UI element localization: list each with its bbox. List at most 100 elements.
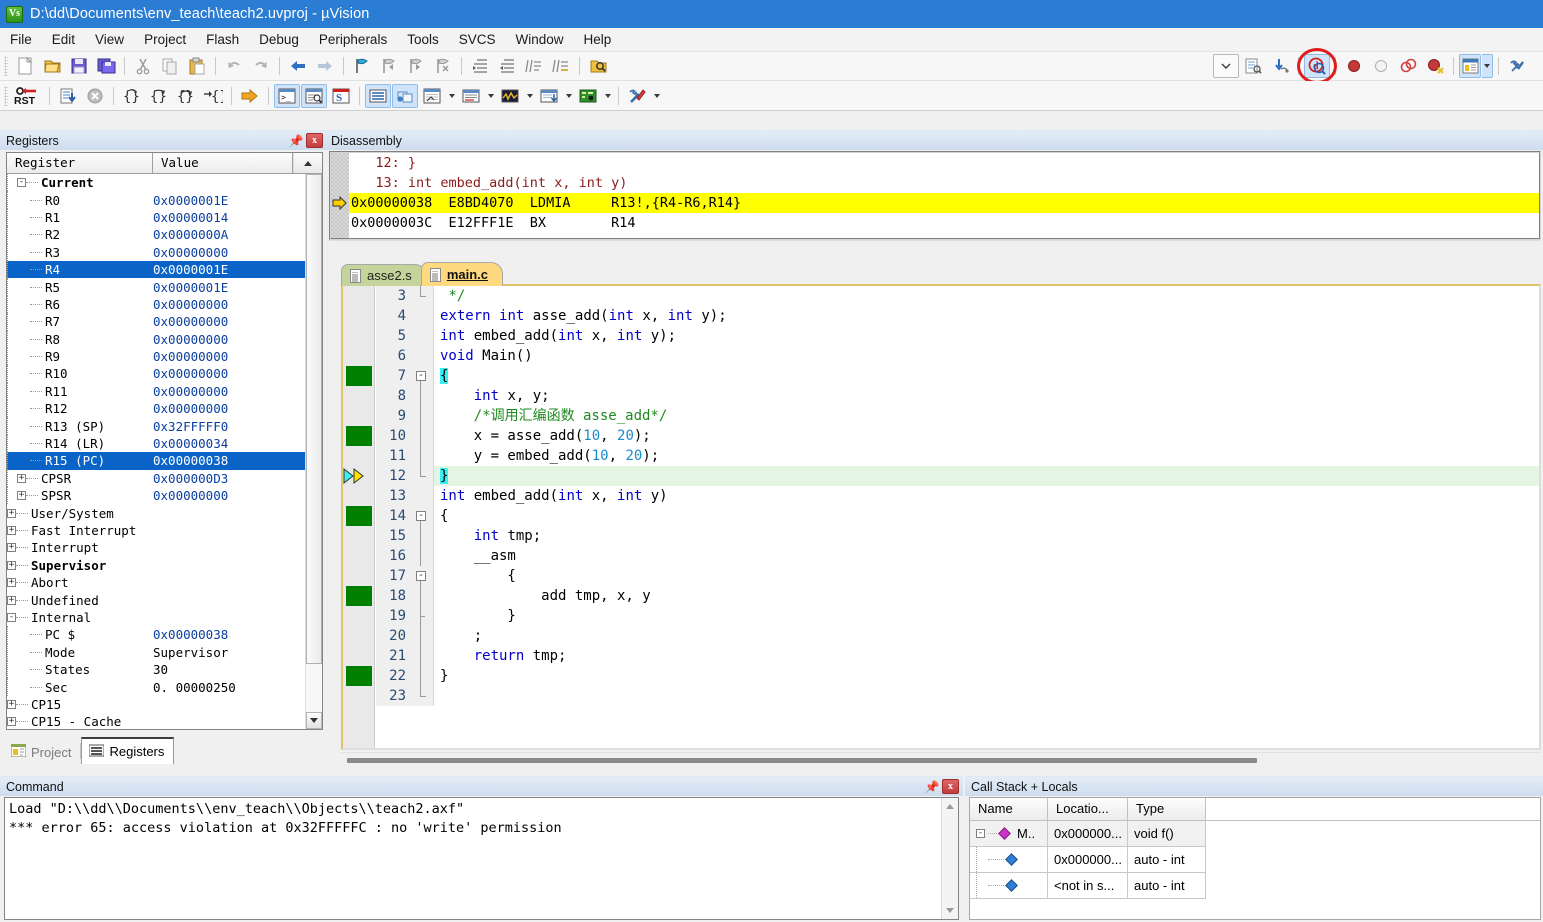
trace-window-icon[interactable] bbox=[536, 84, 562, 108]
memory-window-icon[interactable] bbox=[458, 84, 484, 108]
editor-line[interactable]: 9 /*调用汇编函数 asse_add*/ bbox=[376, 406, 1539, 426]
register-value[interactable]: 0x0000000A bbox=[153, 227, 293, 242]
watch-window-dropdown-arrow-icon[interactable] bbox=[446, 84, 457, 108]
bookmark-prev-icon[interactable] bbox=[376, 54, 402, 78]
register-row[interactable]: R11 0x00000000 bbox=[7, 382, 305, 401]
show-next-statement-icon[interactable] bbox=[237, 84, 263, 108]
breakpoint-marker[interactable] bbox=[346, 666, 372, 686]
register-row[interactable]: R13 (SP) 0x32FFFFF0 bbox=[7, 417, 305, 435]
fold-margin[interactable] bbox=[412, 466, 434, 486]
register-value[interactable]: 0x00000000 bbox=[153, 332, 293, 347]
toolbar-grip[interactable] bbox=[4, 85, 8, 106]
fold-margin[interactable] bbox=[412, 526, 434, 546]
new-file-icon[interactable] bbox=[12, 54, 38, 78]
registers-row-list[interactable]: - Current R0 0x0000001E R1 0x00000014 R2 0x0000… bbox=[7, 174, 305, 729]
callstack-row[interactable]: - M.. 0x000000... void f() bbox=[970, 821, 1540, 847]
find-in-files-icon[interactable] bbox=[585, 54, 611, 78]
register-value[interactable]: Supervisor bbox=[153, 645, 293, 660]
bookmark-clear-icon[interactable] bbox=[430, 54, 456, 78]
tree-toggle-icon[interactable]: + bbox=[7, 560, 16, 570]
editor-line[interactable]: 10 x = asse_add(10, 20); bbox=[376, 426, 1539, 446]
register-row[interactable]: R3 0x00000000 bbox=[7, 243, 305, 261]
watch-window-icon[interactable] bbox=[419, 84, 445, 108]
registers-scroll-up-button[interactable] bbox=[293, 153, 322, 173]
system-viewer-icon[interactable] bbox=[575, 84, 601, 108]
dock-tab-project[interactable]: Project bbox=[4, 740, 81, 764]
memory-window-dropdown-arrow-icon[interactable] bbox=[485, 84, 496, 108]
callstack-location-cell[interactable]: 0x000000... bbox=[1048, 847, 1128, 873]
editor-line[interactable]: 13 int embed_add(int x, int y) bbox=[376, 486, 1539, 506]
editor-line[interactable]: 12} bbox=[376, 466, 1539, 486]
fold-margin[interactable] bbox=[412, 286, 434, 306]
breakpoint-marker[interactable] bbox=[346, 506, 372, 526]
register-row[interactable]: + Abort bbox=[7, 574, 305, 591]
fold-margin[interactable] bbox=[412, 326, 434, 346]
fold-margin[interactable] bbox=[412, 346, 434, 366]
cut-icon[interactable] bbox=[130, 54, 156, 78]
column-header-register[interactable]: Register bbox=[7, 153, 153, 173]
register-row[interactable]: R6 0x00000000 bbox=[7, 295, 305, 314]
fold-margin[interactable] bbox=[412, 586, 434, 606]
callstack-row[interactable]: <not in s... auto - int bbox=[970, 873, 1540, 899]
register-value[interactable]: 0x32FFFFF0 bbox=[153, 419, 293, 434]
register-row[interactable]: R15 (PC) 0x00000038 bbox=[7, 452, 305, 470]
editor-horizontal-scrollbar[interactable] bbox=[341, 752, 1541, 768]
callstack-name-cell[interactable] bbox=[970, 847, 1048, 873]
register-row[interactable]: R5 0x0000001E bbox=[7, 278, 305, 296]
editor-line[interactable]: 20 ; bbox=[376, 626, 1539, 646]
stop-icon[interactable] bbox=[82, 84, 108, 108]
register-value[interactable]: 0x00000000 bbox=[153, 384, 293, 399]
register-value[interactable]: 0x00000000 bbox=[153, 366, 293, 381]
register-value[interactable]: 0x00000000 bbox=[153, 488, 293, 503]
paste-icon[interactable] bbox=[184, 54, 210, 78]
register-value[interactable]: 0x00000000 bbox=[153, 349, 293, 364]
step-icon[interactable]: {} bbox=[119, 84, 145, 108]
disassembly-instruction-line[interactable]: 0x00000038 E8BD4070 LDMIA R13!,{R4-R6,R1… bbox=[349, 193, 1539, 213]
tree-toggle-icon[interactable]: - bbox=[976, 829, 985, 838]
outdent-icon[interactable] bbox=[494, 54, 520, 78]
insert-file-icon[interactable] bbox=[1240, 54, 1266, 78]
editor-line[interactable]: 14- { bbox=[376, 506, 1539, 526]
register-row[interactable]: PC $ 0x00000038 bbox=[7, 626, 305, 644]
insert-breakpoint-icon[interactable] bbox=[1341, 54, 1367, 78]
editor-line[interactable]: 16 __asm bbox=[376, 546, 1539, 566]
menu-item-view[interactable]: View bbox=[85, 30, 134, 49]
fold-margin[interactable] bbox=[412, 386, 434, 406]
callstack-name-cell[interactable] bbox=[970, 873, 1048, 899]
disassembly-view[interactable]: 12: } 13: int embed_add(int x, int y) 0x0… bbox=[329, 151, 1541, 240]
close-icon[interactable]: x bbox=[306, 133, 323, 148]
tree-toggle-icon[interactable]: + bbox=[7, 543, 16, 553]
tree-toggle-icon[interactable]: + bbox=[17, 473, 26, 483]
editor-tab-main-c[interactable]: main.c bbox=[420, 262, 503, 286]
disassembly-instruction-line[interactable]: 0x0000003C E12FFF1E BX R14 bbox=[349, 213, 1539, 233]
window-layout-icon[interactable] bbox=[1459, 54, 1481, 78]
fold-margin[interactable]: - bbox=[412, 566, 434, 586]
toolbox-icon[interactable] bbox=[624, 84, 650, 108]
editor-line[interactable]: 4 extern int asse_add(int x, int y); bbox=[376, 306, 1539, 326]
window-layout-dropdown-arrow-icon[interactable] bbox=[1482, 54, 1493, 78]
callstack-table[interactable]: Name Locatio... Type - M.. 0x000000... void… bbox=[969, 797, 1541, 920]
pin-icon[interactable]: 📌 bbox=[924, 779, 940, 795]
register-value[interactable]: 30 bbox=[153, 662, 293, 677]
register-row[interactable]: + SPSR 0x00000000 bbox=[7, 487, 305, 505]
uncomment-icon[interactable] bbox=[548, 54, 574, 78]
editor-lines[interactable]: 3 */4 extern int asse_add(int x, int y); 5… bbox=[376, 286, 1539, 748]
callstack-type-cell[interactable]: auto - int bbox=[1128, 847, 1206, 873]
register-row[interactable]: R0 0x0000001E bbox=[7, 191, 305, 209]
callstack-type-cell[interactable]: void f() bbox=[1128, 821, 1206, 847]
register-value[interactable]: 0x00000038 bbox=[153, 453, 293, 468]
callstack-row[interactable]: 0x000000... auto - int bbox=[970, 847, 1540, 873]
step-out-icon[interactable]: {} bbox=[173, 84, 199, 108]
redo-icon[interactable] bbox=[248, 54, 274, 78]
kill-all-breakpoints-icon[interactable] bbox=[1395, 54, 1421, 78]
editor-line[interactable]: 17- { bbox=[376, 566, 1539, 586]
fold-margin[interactable] bbox=[412, 406, 434, 426]
configure-tools-icon[interactable] bbox=[1504, 54, 1530, 78]
disassembly-lines[interactable]: 12: } 13: int embed_add(int x, int y) 0x0… bbox=[349, 153, 1539, 238]
editor-line[interactable]: 11 y = embed_add(10, 20); bbox=[376, 446, 1539, 466]
breakpoint-marker[interactable] bbox=[346, 586, 372, 606]
fold-margin[interactable]: - bbox=[412, 506, 434, 526]
fold-toggle-icon[interactable]: - bbox=[416, 571, 426, 581]
toolbar-grip[interactable] bbox=[4, 56, 8, 76]
register-value[interactable]: 0x00000014 bbox=[153, 210, 293, 225]
